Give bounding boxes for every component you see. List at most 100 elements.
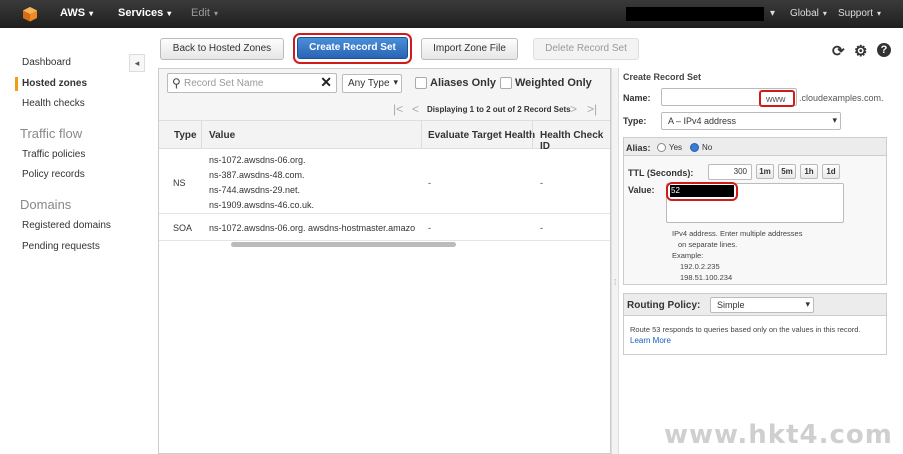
record-value-line: ns-744.awsdns-29.net. bbox=[209, 185, 301, 195]
ttl-input[interactable]: 300 bbox=[708, 164, 752, 180]
alias-yes-radio[interactable] bbox=[657, 143, 666, 152]
aliases-only-checkbox[interactable] bbox=[415, 77, 427, 89]
account-name-redacted[interactable] bbox=[626, 7, 764, 21]
panel-splitter[interactable]: ⁞ bbox=[611, 68, 619, 454]
column-header-health-check-id[interactable]: Health Check ID bbox=[540, 130, 610, 152]
aws-menu[interactable]: AWS ▾ bbox=[60, 7, 93, 19]
column-header-type[interactable]: Type bbox=[174, 130, 197, 141]
chevron-left-icon: ◂ bbox=[134, 58, 140, 68]
evaluate-target-health-cell: - bbox=[428, 178, 431, 188]
record-type-value: Any Type bbox=[348, 78, 390, 89]
routing-policy-label: Routing Policy: bbox=[627, 300, 701, 311]
sidebar-item-dashboard[interactable]: Dashboard bbox=[22, 57, 71, 68]
edit-label: Edit bbox=[191, 7, 210, 19]
ttl-1m-button[interactable]: 1m bbox=[756, 164, 774, 179]
sidebar-item-registered-domains[interactable]: Registered domains bbox=[22, 220, 111, 231]
chevron-down-icon: ▾ bbox=[167, 9, 172, 18]
prev-page-icon[interactable]: < bbox=[412, 102, 419, 116]
collapse-sidebar-button[interactable]: ◂ bbox=[129, 54, 145, 72]
alias-label: Alias: bbox=[626, 143, 651, 153]
back-to-hosted-zones-button[interactable]: Back to Hosted Zones bbox=[160, 38, 284, 60]
record-value-line: ns-387.awsdns-48.com. bbox=[209, 170, 305, 180]
evaluate-target-health-cell: - bbox=[428, 223, 431, 233]
routing-policy-section: Routing Policy: Simple ▾ Route 53 respon… bbox=[623, 293, 887, 355]
record-type-dropdown-value: A – IPv4 address bbox=[668, 116, 737, 126]
watermark: www.hkt4.com bbox=[664, 420, 893, 450]
table-row[interactable]: SOA ns-1072.awsdns-06.org. awsdns-hostma… bbox=[159, 215, 610, 241]
chevron-down-icon: ▾ bbox=[832, 115, 837, 125]
account-caret-icon[interactable]: ▾ bbox=[770, 8, 775, 19]
aws-cube-logo-icon[interactable] bbox=[22, 6, 38, 22]
refresh-icon[interactable]: ⟳ bbox=[832, 42, 845, 60]
create-record-set-form: Create Record Set Name: www .cloudexampl… bbox=[619, 68, 897, 454]
delete-record-set-button[interactable]: Delete Record Set bbox=[533, 38, 639, 60]
health-check-id-cell: - bbox=[540, 178, 543, 188]
sidebar-item-policy-records[interactable]: Policy records bbox=[22, 169, 85, 180]
record-type-cell: SOA bbox=[173, 223, 193, 233]
alias-no-label: No bbox=[702, 143, 713, 152]
region-menu[interactable]: Global ▾ bbox=[790, 8, 827, 19]
record-value-line: ns-1072.awsdns-06.org. bbox=[209, 155, 306, 165]
value-label: Value: bbox=[628, 185, 655, 195]
record-value-line: ns-1909.awsdns-46.co.uk. bbox=[209, 200, 315, 210]
ttl-5m-button[interactable]: 5m bbox=[778, 164, 796, 179]
learn-more-link[interactable]: Learn More bbox=[630, 336, 671, 345]
record-sets-panel: ⚲ Record Set Name ✕ Any Type ▾ Aliases O… bbox=[158, 68, 611, 454]
form-title: Create Record Set bbox=[623, 72, 702, 82]
sidebar-item-health-checks[interactable]: Health checks bbox=[22, 98, 85, 109]
pagination-status: Displaying 1 to 2 out of 2 Record Sets bbox=[427, 105, 571, 114]
help-text: on separate lines. bbox=[678, 240, 738, 249]
active-item-marker bbox=[15, 77, 18, 91]
first-page-icon[interactable]: |< bbox=[393, 102, 403, 116]
name-value: www bbox=[766, 94, 786, 104]
clear-search-icon[interactable]: ✕ bbox=[320, 74, 332, 91]
gear-icon[interactable]: ⚙ bbox=[854, 42, 867, 60]
help-icon[interactable]: ? bbox=[877, 43, 891, 57]
services-label: Services bbox=[118, 7, 164, 19]
weighted-only-label: Weighted Only bbox=[515, 77, 592, 89]
record-value-line: ns-1072.awsdns-06.org. awsdns-hostmaster… bbox=[209, 223, 416, 233]
column-divider bbox=[421, 121, 422, 149]
edit-menu[interactable]: Edit ▾ bbox=[191, 7, 218, 19]
routing-policy-dropdown[interactable]: Simple ▾ bbox=[710, 297, 814, 313]
column-divider bbox=[201, 121, 202, 149]
top-navigation-bar: AWS ▾ Services ▾ Edit ▾ ▾ Global ▾ Support ▾ bbox=[0, 0, 903, 28]
last-page-icon[interactable]: >| bbox=[587, 102, 597, 116]
drag-handle-icon: ⁞ bbox=[614, 278, 617, 287]
filter-bar: ⚲ Record Set Name ✕ Any Type ▾ Aliases O… bbox=[159, 69, 610, 121]
sidebar-item-hosted-zones[interactable]: Hosted zones bbox=[22, 78, 87, 89]
services-menu[interactable]: Services ▾ bbox=[118, 7, 171, 19]
table-row[interactable]: NS ns-1072.awsdns-06.org. ns-387.awsdns-… bbox=[159, 150, 610, 214]
ttl-label: TTL (Seconds): bbox=[628, 168, 694, 178]
help-example: 198.51.100.234 bbox=[680, 273, 733, 282]
sidebar-item-pending-requests[interactable]: Pending requests bbox=[22, 241, 100, 252]
sidebar-heading-domains: Domains bbox=[20, 197, 72, 212]
type-label: Type: bbox=[623, 116, 647, 126]
column-header-evaluate-target-health[interactable]: Evaluate Target Health bbox=[428, 130, 535, 141]
help-text: IPv4 address. Enter multiple addresses bbox=[672, 229, 803, 238]
routing-policy-value: Simple bbox=[717, 300, 745, 310]
aliases-only-label: Aliases Only bbox=[430, 77, 497, 89]
horizontal-scrollbar[interactable] bbox=[231, 242, 456, 247]
health-check-id-cell: - bbox=[540, 223, 543, 233]
record-type-select[interactable]: Any Type ▾ bbox=[342, 74, 402, 93]
weighted-only-checkbox[interactable] bbox=[500, 77, 512, 89]
ttl-value: 300 bbox=[733, 167, 747, 176]
create-record-set-button[interactable]: Create Record Set bbox=[297, 37, 408, 59]
import-zone-file-button[interactable]: Import Zone File bbox=[421, 38, 518, 60]
record-type-dropdown[interactable]: A – IPv4 address ▾ bbox=[661, 112, 841, 130]
next-page-icon[interactable]: > bbox=[570, 102, 577, 116]
support-menu[interactable]: Support ▾ bbox=[838, 8, 881, 19]
ttl-1h-button[interactable]: 1h bbox=[800, 164, 818, 179]
sidebar: ◂ Dashboard Hosted zones Health checks T… bbox=[0, 28, 150, 454]
help-text: Example: bbox=[672, 251, 704, 260]
chevron-down-icon: ▾ bbox=[877, 9, 882, 18]
column-header-value[interactable]: Value bbox=[209, 130, 235, 141]
chevron-down-icon: ▾ bbox=[805, 299, 810, 309]
value-section: Alias: Yes No TTL (Seconds): 300 1m 5m 1… bbox=[623, 137, 887, 285]
column-divider bbox=[532, 121, 533, 149]
sidebar-item-traffic-policies[interactable]: Traffic policies bbox=[22, 149, 85, 160]
ttl-1d-button[interactable]: 1d bbox=[822, 164, 840, 179]
alias-no-radio[interactable] bbox=[690, 143, 699, 152]
record-set-name-search[interactable]: ⚲ Record Set Name ✕ bbox=[167, 73, 337, 93]
